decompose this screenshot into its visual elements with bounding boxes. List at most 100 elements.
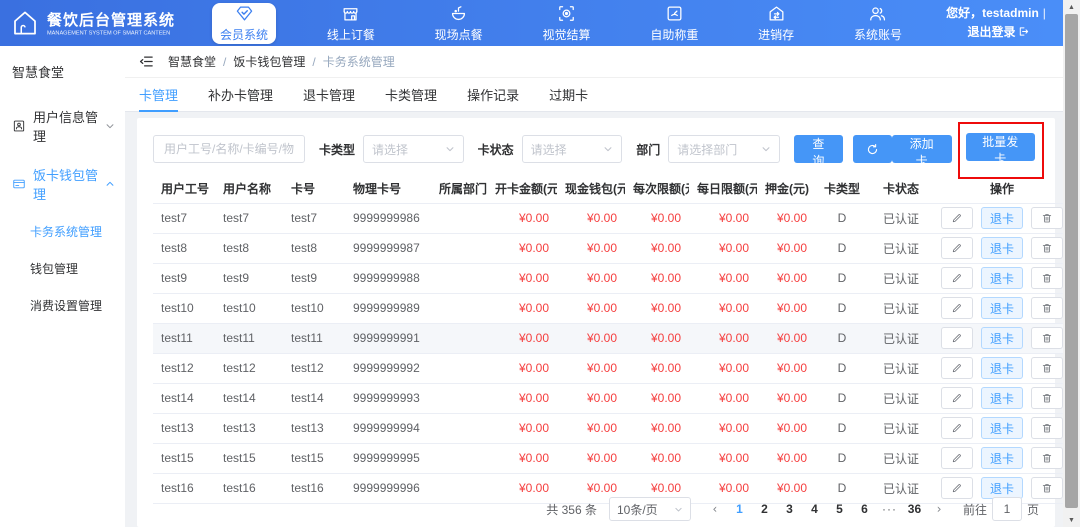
- sidebar-item-卡务系统管理[interactable]: 卡务系统管理: [0, 213, 125, 250]
- tab-退卡管理[interactable]: 退卡管理: [303, 78, 355, 111]
- sidebar-item-钱包管理[interactable]: 钱包管理: [0, 250, 125, 287]
- edit-card-button[interactable]: [941, 357, 973, 379]
- delete-card-button[interactable]: [1031, 387, 1064, 409]
- tab-卡管理[interactable]: 卡管理: [139, 78, 179, 112]
- edit-card-button[interactable]: [941, 237, 973, 259]
- prev-page-button[interactable]: ‹: [705, 502, 725, 516]
- page-size-select[interactable]: 10条/页: [608, 497, 691, 521]
- page-number-6[interactable]: 6: [854, 502, 875, 516]
- return-card-button[interactable]: 退卡: [981, 447, 1024, 469]
- card-type-select[interactable]: 请选择: [363, 135, 464, 163]
- next-page-button[interactable]: ›: [929, 502, 949, 516]
- tab-补办卡管理[interactable]: 补办卡管理: [208, 78, 273, 111]
- delete-card-button[interactable]: [1031, 207, 1064, 229]
- tab-卡类管理[interactable]: 卡类管理: [385, 78, 437, 111]
- scrollbar-thumb[interactable]: [1065, 14, 1078, 508]
- nav-item-online[interactable]: 线上订餐: [318, 0, 384, 46]
- cell-physical_card_no: 9999999989: [345, 293, 431, 324]
- cell-department: [431, 383, 487, 414]
- tab-操作记录[interactable]: 操作记录: [467, 78, 519, 111]
- page-number-1[interactable]: 1: [729, 502, 750, 516]
- trash-icon: [1041, 332, 1053, 344]
- scale-icon: [665, 4, 684, 23]
- card-table-wrap: 用户工号用户名称卡号物理卡号所属部门开卡金额(元)现金钱包(元)每次限额(元)每…: [153, 174, 1071, 504]
- scroll-down-icon[interactable]: ▼: [1063, 513, 1080, 527]
- delete-card-button[interactable]: [1031, 417, 1064, 439]
- return-card-button[interactable]: 退卡: [981, 357, 1024, 379]
- edit-card-button[interactable]: [941, 417, 973, 439]
- add-card-button[interactable]: 添加卡: [891, 135, 952, 168]
- department-select[interactable]: 请选择部门: [668, 135, 781, 163]
- cell-physical_card_no: 9999999993: [345, 383, 431, 414]
- edit-card-button[interactable]: [941, 297, 973, 319]
- delete-card-button[interactable]: [1031, 477, 1064, 499]
- trash-icon: [1041, 482, 1053, 494]
- cell-per_limit: ¥0.00: [625, 293, 689, 324]
- main-area: 智慧食堂 / 饭卡钱包管理 / 卡务系统管理 卡管理 补办卡管理 退卡管理 卡类管理 操作记录过…: [125, 46, 1071, 527]
- scroll-up-icon[interactable]: ▲: [1063, 0, 1080, 14]
- main-layout: 智慧食堂 用户信息管理 饭卡钱包管理 卡务系统管理 钱包管理 消费设置管理 智慧食堂 / 饭…: [0, 46, 1071, 527]
- cell-user_name: test7: [215, 203, 283, 234]
- nav-item-weigh[interactable]: 自助称重: [641, 0, 707, 46]
- nav-item-member[interactable]: 会员系统: [212, 3, 277, 44]
- delete-card-button[interactable]: [1031, 447, 1064, 469]
- edit-card-button[interactable]: [941, 207, 973, 229]
- breadcrumb-item[interactable]: 智慧食堂: [168, 55, 216, 69]
- page-number-4[interactable]: 4: [804, 502, 825, 516]
- cell-cash_wallet: ¥0.00: [557, 383, 625, 414]
- refresh-button[interactable]: [852, 135, 892, 163]
- breadcrumb-item[interactable]: 饭卡钱包管理: [233, 55, 305, 69]
- edit-card-button[interactable]: [941, 447, 973, 469]
- nav-item-dinein[interactable]: 现场点餐: [426, 0, 492, 46]
- divider: |: [1042, 5, 1046, 20]
- sidebar-menu-card-wallet[interactable]: 饭卡钱包管理: [0, 155, 125, 213]
- page-number-2[interactable]: 2: [754, 502, 775, 516]
- app-title: 餐饮后台管理系统: [47, 12, 176, 29]
- card-status-select[interactable]: 请选择: [521, 135, 623, 163]
- cell-user_id: test9: [153, 263, 215, 294]
- delete-card-button[interactable]: [1031, 357, 1064, 379]
- return-card-button[interactable]: 退卡: [981, 417, 1024, 439]
- logout-link[interactable]: 退出登录: [967, 25, 1028, 39]
- cell-deposit: ¥0.00: [757, 413, 815, 444]
- keyword-search-input[interactable]: [153, 135, 305, 163]
- sidebar-menu-user-info[interactable]: 用户信息管理: [0, 97, 125, 155]
- delete-card-button[interactable]: [1031, 267, 1064, 289]
- delete-card-button[interactable]: [1031, 327, 1064, 349]
- return-card-button[interactable]: 退卡: [981, 327, 1024, 349]
- cell-user_name: test9: [215, 263, 283, 294]
- table-row: test8 test8 test8 9999999987 ¥0.00 ¥0.00 ¥0.00…: [153, 233, 1071, 264]
- search-button[interactable]: 查询: [794, 135, 843, 168]
- page-number-5[interactable]: 5: [829, 502, 850, 516]
- page-number-3[interactable]: 3: [779, 502, 800, 516]
- cell-actions: 退卡: [933, 353, 1071, 384]
- edit-card-button[interactable]: [941, 387, 973, 409]
- sidebar-item-消费设置管理[interactable]: 消费设置管理: [0, 287, 125, 324]
- cell-department: [431, 203, 487, 234]
- nav-item-vision[interactable]: 视觉结算: [533, 0, 599, 46]
- goto-page-input[interactable]: [991, 497, 1022, 521]
- return-card-button[interactable]: 退卡: [981, 267, 1024, 289]
- edit-card-button[interactable]: [941, 267, 973, 289]
- return-card-button[interactable]: 退卡: [981, 207, 1024, 229]
- cell-card_type: D: [815, 383, 869, 414]
- vertical-scrollbar[interactable]: ▲ ▼: [1063, 0, 1080, 527]
- batch-issue-card-button[interactable]: 批量发卡: [965, 132, 1035, 166]
- return-card-button[interactable]: 退卡: [981, 237, 1024, 259]
- nav-item-inventory[interactable]: 进销存: [749, 0, 803, 46]
- return-card-button[interactable]: 退卡: [981, 387, 1024, 409]
- table-row: test12 test12 test12 9999999992 ¥0.00 ¥0.00 ¥0…: [153, 353, 1071, 384]
- page-number-36[interactable]: 36: [904, 502, 925, 516]
- nav-item-account[interactable]: 系统账号: [845, 0, 911, 46]
- tabs-bar: 卡管理 补办卡管理 退卡管理 卡类管理 操作记录 过期卡: [125, 78, 1063, 112]
- edit-card-button[interactable]: [941, 477, 973, 499]
- delete-card-button[interactable]: [1031, 297, 1064, 319]
- return-card-button[interactable]: 退卡: [981, 477, 1024, 499]
- cell-deposit: ¥0.00: [757, 233, 815, 264]
- edit-card-button[interactable]: [941, 327, 973, 349]
- delete-card-button[interactable]: [1031, 237, 1064, 259]
- return-card-button[interactable]: 退卡: [981, 297, 1024, 319]
- edit-icon: [951, 302, 963, 314]
- tab-过期卡[interactable]: 过期卡: [549, 78, 588, 111]
- sidebar-collapse-icon[interactable]: [139, 54, 154, 69]
